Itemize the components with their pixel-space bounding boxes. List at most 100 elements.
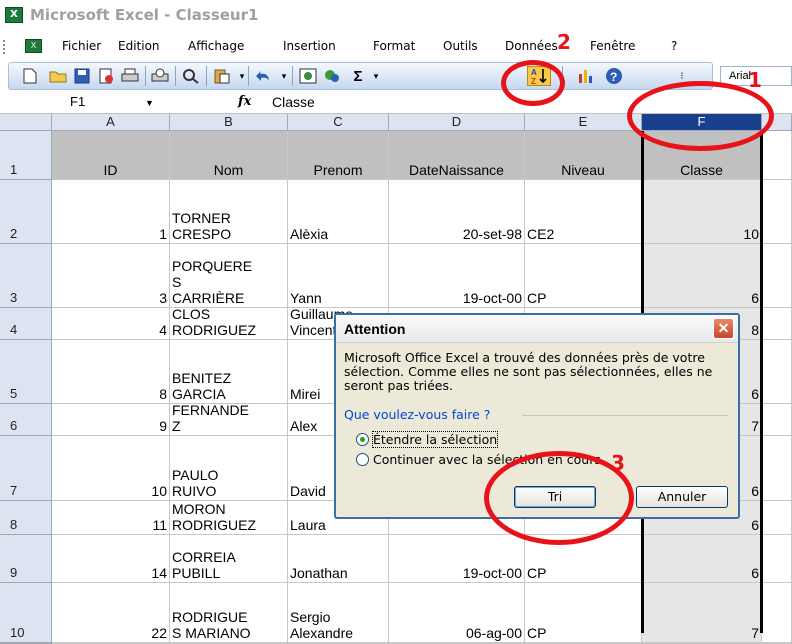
drawing-icon[interactable]	[322, 66, 342, 86]
paste-dropdown-icon[interactable]: ▾	[232, 66, 252, 86]
column-header-c[interactable]: C	[288, 114, 389, 131]
cell-a2[interactable]: 1	[52, 180, 170, 244]
cell-d2[interactable]: 20-set-98	[389, 180, 525, 244]
menu-help[interactable]: ?	[671, 39, 677, 53]
cell-g[interactable]	[762, 180, 792, 244]
row-header[interactable]: 7	[0, 436, 52, 501]
cell-f2[interactable]: 10	[642, 180, 762, 244]
cell-a3[interactable]: 3	[52, 244, 170, 308]
cell-f9[interactable]: 6	[642, 535, 762, 583]
cell-b3[interactable]: PORQUERE S CARRIÈRE	[170, 244, 288, 308]
menu-format[interactable]: Format	[373, 39, 415, 53]
cell-g[interactable]	[762, 404, 792, 436]
radio-continue-selection[interactable]	[356, 453, 369, 466]
cell-b7[interactable]: PAULO RUIVO	[170, 436, 288, 501]
cell-f10[interactable]: 7	[642, 583, 762, 643]
paste-icon[interactable]	[212, 66, 232, 86]
cell-g[interactable]	[762, 501, 792, 535]
row-header[interactable]: 6	[0, 404, 52, 436]
row-header[interactable]: 10	[0, 583, 52, 643]
cancel-button[interactable]: Annuler	[636, 486, 728, 508]
cell-d3[interactable]: 19-oct-00	[389, 244, 525, 308]
row-header[interactable]: 1	[0, 131, 52, 180]
undo-icon[interactable]	[254, 66, 274, 86]
new-icon[interactable]	[20, 66, 40, 86]
menu-edition[interactable]: Edition	[118, 39, 160, 53]
cell-a6[interactable]: 9	[52, 404, 170, 436]
cell-b5[interactable]: BENITEZ GARCIA	[170, 340, 288, 404]
cell-e3[interactable]: CP	[525, 244, 642, 308]
cell-c2[interactable]: Alèxia	[288, 180, 389, 244]
cell-g[interactable]	[762, 436, 792, 501]
cell-d10[interactable]: 06-ag-00	[389, 583, 525, 643]
fx-icon[interactable]: fx	[238, 94, 251, 109]
menu-fichier[interactable]: Fichier	[62, 39, 101, 53]
cell-g[interactable]	[762, 340, 792, 404]
cell-a10[interactable]: 22	[52, 583, 170, 643]
cell-e10[interactable]: CP	[525, 583, 642, 643]
cell-d9[interactable]: 19-oct-00	[389, 535, 525, 583]
menu-donnees[interactable]: Données	[505, 39, 558, 53]
permission-icon[interactable]	[96, 66, 116, 86]
cell-a4[interactable]: 4	[52, 308, 170, 340]
column-header-a[interactable]: A	[52, 114, 170, 131]
cell-a7[interactable]: 10	[52, 436, 170, 501]
column-header-e[interactable]: E	[525, 114, 642, 131]
cell-a1[interactable]: ID	[52, 131, 170, 180]
row-header[interactable]: 2	[0, 180, 52, 244]
cell-a8[interactable]: 11	[52, 501, 170, 535]
cell-c1[interactable]: Prenom	[288, 131, 389, 180]
cell-b9[interactable]: CORREIA PUBILL	[170, 535, 288, 583]
workbook-icon[interactable]: X	[25, 39, 42, 53]
open-icon[interactable]	[48, 66, 68, 86]
undo-dropdown-icon[interactable]: ▾	[274, 66, 294, 86]
menu-outils[interactable]: Outils	[443, 39, 478, 53]
cell-c9[interactable]: Jonathan	[288, 535, 389, 583]
research-icon[interactable]	[181, 66, 201, 86]
cell-g[interactable]	[762, 583, 792, 643]
save-icon[interactable]	[72, 66, 92, 86]
excel-icon[interactable]: X	[5, 7, 23, 23]
name-box[interactable]: F1	[12, 94, 162, 112]
cell-f3[interactable]: 6	[642, 244, 762, 308]
row-header[interactable]: 4	[0, 308, 52, 340]
cell-b4[interactable]: CLOS RODRIGUEZ	[170, 308, 288, 340]
close-icon[interactable]: ✕	[713, 318, 734, 339]
autosum-dropdown-icon[interactable]: ▾	[366, 66, 386, 86]
chart-wizard-icon[interactable]	[576, 66, 596, 86]
cell-g[interactable]	[762, 535, 792, 583]
cell-b1[interactable]: Nom	[170, 131, 288, 180]
cell-d1[interactable]: DateNaissance	[389, 131, 525, 180]
row-header[interactable]: 8	[0, 501, 52, 535]
cell-e1[interactable]: Niveau	[525, 131, 642, 180]
cell-b10[interactable]: RODRIGUE S MARIANO	[170, 583, 288, 643]
column-header-b[interactable]: B	[170, 114, 288, 131]
row-header[interactable]: 3	[0, 244, 52, 308]
cell-b6[interactable]: SIERRA FERNANDE Z	[170, 404, 288, 436]
cell-b8[interactable]: MORON RODRIGUEZ	[170, 501, 288, 535]
cell-c3[interactable]: Yann	[288, 244, 389, 308]
autosum-icon[interactable]: Σ	[348, 66, 368, 86]
cell-c10[interactable]: Sergio Alexandre	[288, 583, 389, 643]
row-header[interactable]: 5	[0, 340, 52, 404]
help-icon[interactable]: ?	[604, 66, 624, 86]
cell-g[interactable]	[762, 244, 792, 308]
select-all-corner[interactable]	[0, 114, 52, 131]
cell-g[interactable]	[762, 131, 792, 180]
menu-fenetre[interactable]: Fenêtre	[590, 39, 635, 53]
label-extend-selection[interactable]: Étendre la sélection	[371, 431, 499, 448]
row-header[interactable]: 9	[0, 535, 52, 583]
column-header-d[interactable]: D	[389, 114, 525, 131]
name-box-dropdown-icon[interactable]: ▼	[145, 98, 154, 108]
menu-insertion[interactable]: Insertion	[283, 39, 336, 53]
insert-hyperlink-icon[interactable]	[298, 66, 318, 86]
radio-extend-selection[interactable]	[356, 433, 369, 446]
print-icon[interactable]	[120, 66, 140, 86]
cell-a5[interactable]: 8	[52, 340, 170, 404]
print-preview-icon[interactable]	[150, 66, 170, 86]
cell-a9[interactable]: 14	[52, 535, 170, 583]
formula-input[interactable]: Classe	[255, 94, 315, 110]
cell-g[interactable]	[762, 308, 792, 340]
cell-e2[interactable]: CE2	[525, 180, 642, 244]
toolbar-grip[interactable]	[3, 40, 6, 54]
